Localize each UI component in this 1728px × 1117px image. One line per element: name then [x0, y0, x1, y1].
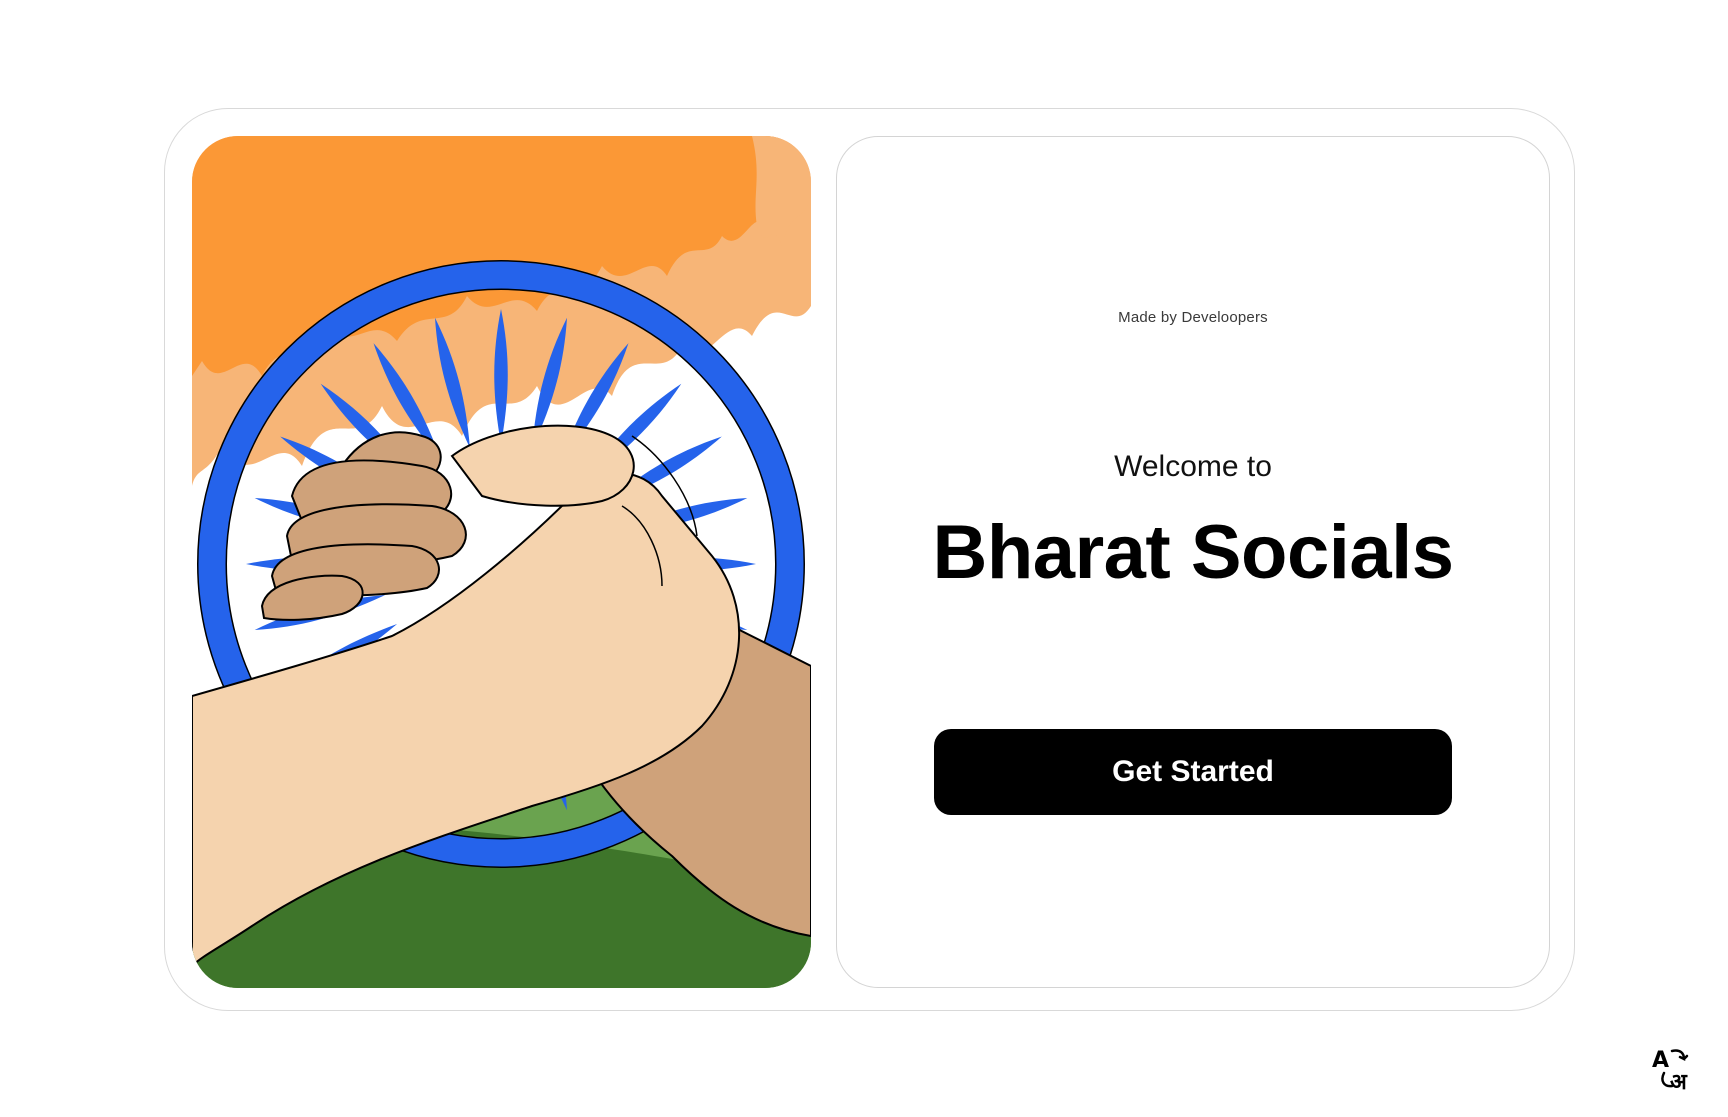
welcome-heading: Welcome to	[1114, 450, 1272, 483]
credit-text: Made by Develoopers	[1118, 309, 1268, 326]
welcome-panel: Made by Develoopers Welcome to Bharat So…	[836, 136, 1550, 988]
get-started-button[interactable]: Get Started	[934, 729, 1452, 815]
devanagari-letter-glyph: अ	[1670, 1070, 1688, 1091]
brand-title: Bharat Socials	[932, 510, 1455, 595]
latin-letter-glyph: A	[1652, 1048, 1669, 1073]
language-translate-icon[interactable]: A अ	[1650, 1043, 1698, 1095]
handshake-illustration	[192, 136, 811, 988]
